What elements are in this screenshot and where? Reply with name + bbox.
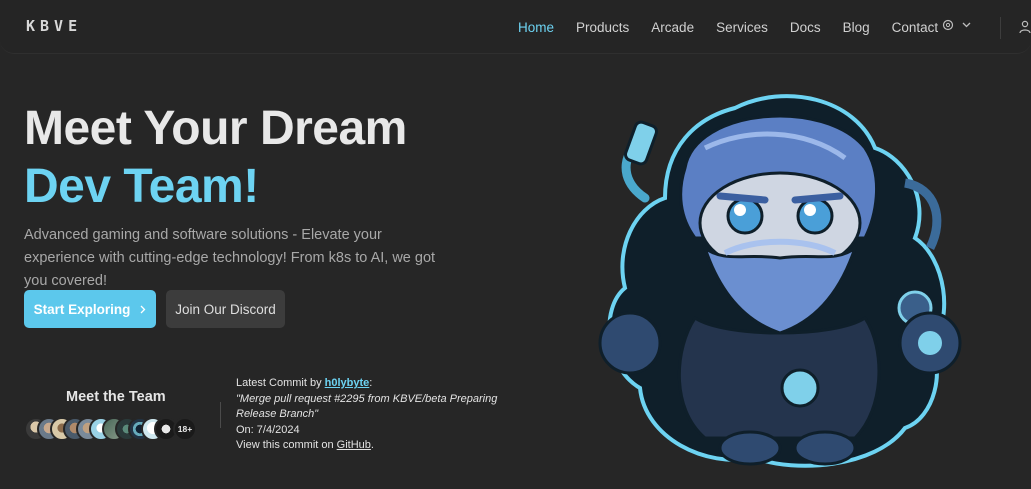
commit-prefix: Latest Commit by	[236, 377, 322, 389]
chevron-down-icon	[962, 22, 971, 28]
hero-title-line1: Meet Your Dream	[24, 102, 407, 155]
chevron-right-icon	[140, 305, 146, 313]
hero-subtitle: Advanced gaming and software solutions -…	[24, 227, 436, 289]
nav-docs[interactable]: Docs	[790, 20, 821, 35]
latest-commit: Latest Commit by h0lybyte: "Merge pull r…	[236, 376, 536, 454]
hero-title: Meet Your Dream Dev Team!	[24, 100, 407, 216]
join-discord-button[interactable]: Join Our Discord	[166, 290, 285, 328]
start-exploring-label: Start Exploring	[33, 301, 131, 317]
theme-toggle-button[interactable]	[942, 19, 971, 31]
header-divider	[1000, 17, 1001, 39]
mascot-illustration	[598, 94, 962, 468]
start-exploring-button[interactable]: Start Exploring	[24, 290, 156, 328]
github-link[interactable]: GitHub	[337, 439, 371, 451]
user-icon[interactable]	[1019, 20, 1031, 34]
commit-colon: :	[369, 377, 373, 389]
team-avatars: 18+	[24, 417, 197, 441]
globe-icon	[942, 19, 954, 31]
nav-contact[interactable]: Contact	[892, 20, 939, 35]
nav-blog[interactable]: Blog	[843, 20, 870, 35]
nav-services[interactable]: Services	[716, 20, 768, 35]
team-title: Meet the Team	[66, 389, 166, 405]
team-more-count[interactable]: 18+	[173, 417, 197, 441]
site-logo[interactable]: KBVE	[26, 17, 82, 35]
nav-home[interactable]: Home	[518, 20, 554, 35]
commit-message: "Merge pull request #2295 from KBVE/beta…	[236, 392, 498, 421]
commit-period: .	[370, 439, 374, 451]
main-nav: Home Products Arcade Services Docs Blog …	[518, 20, 960, 35]
team-divider	[220, 402, 221, 428]
hero-title-accent: Dev Team!	[24, 160, 259, 213]
commit-date: On: 7/4/2024	[236, 423, 300, 436]
nav-arcade[interactable]: Arcade	[651, 20, 694, 35]
site-header: KBVE Home Products Arcade Services Docs …	[0, 0, 1031, 54]
commit-view-prefix: View this commit on	[236, 439, 334, 451]
nav-products[interactable]: Products	[576, 20, 629, 35]
commit-author-link[interactable]: h0lybyte	[325, 377, 370, 389]
